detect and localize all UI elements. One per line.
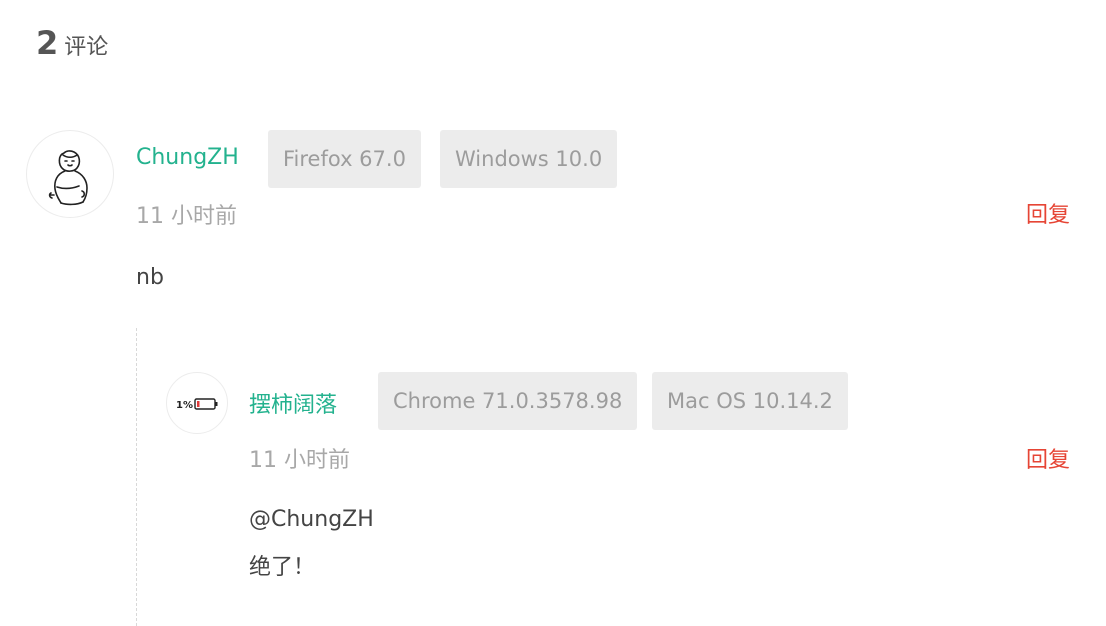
comment-content: nb (136, 265, 164, 290)
battery-percent-text: 1% (176, 400, 193, 411)
sketch-person-avatar-icon (48, 150, 88, 206)
avatar[interactable] (26, 130, 114, 218)
comment-author[interactable]: 摆柿阔落 (249, 387, 337, 419)
comment-author[interactable]: ChungZH (136, 145, 239, 170)
comment-count-header: 2 评论 (36, 24, 108, 62)
reply-button[interactable]: 回复 (1026, 442, 1070, 474)
comment-mention[interactable]: @ChungZH (249, 496, 374, 544)
browser-badge: Chrome 71.0.3578.98 (378, 372, 638, 430)
os-badge: Mac OS 10.14.2 (652, 372, 848, 430)
browser-badge: Firefox 67.0 (268, 130, 421, 188)
comment-content: 绝了！ (249, 555, 316, 580)
comment-time: 11 小时前 (249, 448, 350, 473)
low-battery-icon: 1% (176, 398, 218, 411)
os-badge: Windows 10.0 (440, 130, 618, 188)
reply-thread-line (136, 328, 137, 626)
avatar[interactable]: 1% (166, 372, 228, 434)
comment-time: 11 小时前 (136, 204, 237, 229)
comment-count: 2 (36, 24, 59, 62)
comment-count-label: 评论 (64, 35, 109, 60)
reply-button[interactable]: 回复 (1026, 197, 1070, 229)
